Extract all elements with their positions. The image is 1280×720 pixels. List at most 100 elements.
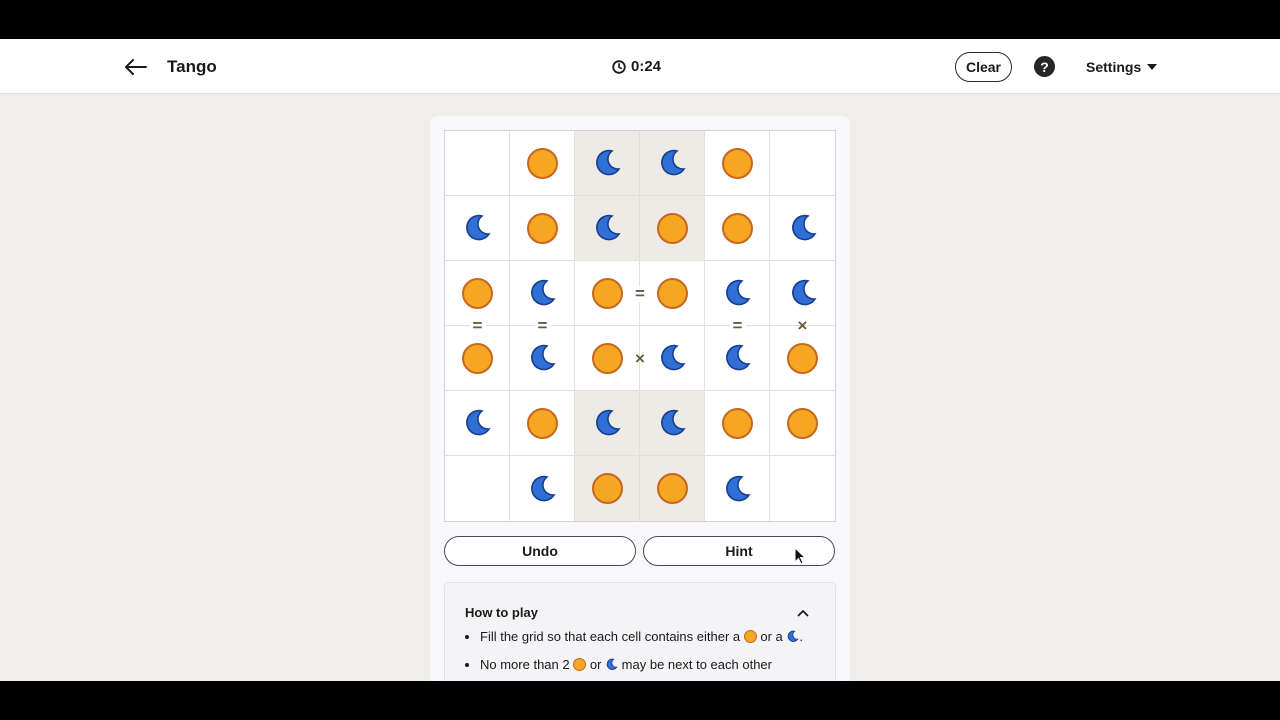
board-cell[interactable] bbox=[640, 326, 705, 391]
sun-icon bbox=[526, 407, 558, 439]
moon-icon bbox=[606, 658, 618, 670]
equal-constraint: = bbox=[632, 285, 648, 302]
mouse-pointer-icon bbox=[794, 547, 806, 565]
moon-icon bbox=[531, 279, 556, 306]
equal-constraint: = bbox=[729, 317, 746, 334]
moon-icon bbox=[788, 630, 799, 642]
sun-icon bbox=[656, 212, 688, 244]
equal-constraint: = bbox=[469, 317, 486, 334]
how-to-play-section: How to play Fill the grid so that each c… bbox=[444, 582, 836, 681]
board-cell[interactable] bbox=[770, 196, 835, 261]
opposite-constraint: × bbox=[797, 316, 808, 335]
moon-icon bbox=[726, 344, 751, 371]
sun-icon bbox=[721, 147, 753, 179]
board-cell[interactable] bbox=[770, 391, 835, 456]
opposite-constraint: × bbox=[635, 348, 645, 368]
rule-item: Fill the grid so that each cell contains… bbox=[480, 629, 810, 645]
clock-icon bbox=[612, 60, 626, 74]
game-panel: = = = = × × Undo Hint How to play Fill the gr… bbox=[430, 116, 850, 681]
sun-icon bbox=[721, 212, 753, 244]
moon-icon bbox=[466, 409, 491, 436]
board-cell[interactable] bbox=[640, 391, 705, 456]
board-cell[interactable] bbox=[510, 326, 575, 391]
timer: 0:24 bbox=[612, 56, 661, 78]
sun-icon bbox=[656, 277, 688, 309]
board-cell[interactable] bbox=[575, 391, 640, 456]
game-title: Tango bbox=[167, 57, 217, 76]
sun-icon bbox=[461, 277, 493, 309]
moon-icon bbox=[596, 214, 621, 241]
clear-button[interactable]: Clear bbox=[955, 52, 1012, 82]
board-cell[interactable] bbox=[640, 196, 705, 261]
sun-icon bbox=[721, 407, 753, 439]
sun-icon bbox=[591, 473, 623, 504]
board-cell[interactable] bbox=[445, 456, 510, 521]
caret-down-icon bbox=[1147, 64, 1158, 70]
sun-icon bbox=[591, 277, 623, 309]
sun-icon bbox=[526, 212, 558, 244]
how-to-play-title: How to play bbox=[465, 605, 538, 620]
moon-icon bbox=[791, 214, 817, 241]
board-cell[interactable] bbox=[510, 391, 575, 456]
chevron-up-icon bbox=[797, 610, 809, 617]
board-cell[interactable] bbox=[575, 326, 640, 391]
board-cell[interactable] bbox=[705, 131, 770, 196]
moon-icon bbox=[791, 279, 817, 306]
rules-list: Fill the grid so that each cell contains… bbox=[480, 629, 810, 681]
board-cell[interactable] bbox=[445, 391, 510, 456]
board-cell[interactable] bbox=[575, 456, 640, 521]
rule-item: No more than 2 or may be next to each ot… bbox=[480, 657, 810, 673]
board-cell[interactable] bbox=[510, 131, 575, 196]
hint-button[interactable]: Hint bbox=[643, 536, 835, 566]
sun-icon bbox=[787, 407, 818, 439]
sun-icon bbox=[591, 342, 623, 374]
board-cell[interactable] bbox=[770, 131, 835, 196]
help-icon[interactable]: ? bbox=[1034, 56, 1055, 77]
moon-icon bbox=[661, 344, 686, 371]
board-cell[interactable] bbox=[510, 196, 575, 261]
timer-value: 0:24 bbox=[631, 58, 662, 75]
board-cell[interactable] bbox=[575, 131, 640, 196]
moon-icon bbox=[596, 149, 621, 176]
board-cell[interactable] bbox=[705, 391, 770, 456]
board-cell[interactable] bbox=[705, 196, 770, 261]
board-cell[interactable] bbox=[575, 196, 640, 261]
settings-label: Settings bbox=[1086, 59, 1142, 75]
back-button[interactable] bbox=[122, 53, 150, 81]
sun-icon bbox=[526, 147, 558, 179]
sun-icon bbox=[787, 342, 818, 374]
board-cell[interactable] bbox=[640, 456, 705, 521]
moon-icon bbox=[531, 344, 556, 371]
board-cell[interactable] bbox=[705, 456, 770, 521]
board-cell[interactable] bbox=[575, 261, 640, 326]
board-cell[interactable] bbox=[640, 261, 705, 326]
board-cell[interactable] bbox=[445, 326, 510, 391]
game-viewport: Tango 0:24 Clear ? Settings = = = = × × Undo … bbox=[0, 39, 1280, 681]
sun-icon bbox=[656, 473, 688, 504]
moon-icon bbox=[531, 475, 556, 501]
moon-icon bbox=[726, 279, 751, 306]
tango-board: = = = = × × bbox=[444, 130, 836, 522]
action-buttons: Undo Hint bbox=[444, 536, 836, 566]
undo-button[interactable]: Undo bbox=[444, 536, 636, 566]
board-cell[interactable] bbox=[770, 456, 835, 521]
moon-icon bbox=[726, 475, 751, 501]
arrow-left-icon bbox=[125, 59, 147, 75]
sun-icon bbox=[461, 342, 493, 374]
board-cell[interactable] bbox=[445, 131, 510, 196]
how-to-play-toggle[interactable]: How to play bbox=[465, 603, 815, 623]
board-cell[interactable] bbox=[640, 131, 705, 196]
sun-icon bbox=[743, 630, 757, 643]
moon-icon bbox=[596, 409, 621, 436]
board-cell[interactable] bbox=[445, 196, 510, 261]
equal-constraint: = bbox=[534, 317, 551, 334]
board-cell[interactable] bbox=[510, 456, 575, 521]
settings-dropdown[interactable]: Settings bbox=[1086, 57, 1158, 77]
moon-icon bbox=[661, 149, 686, 176]
moon-icon bbox=[661, 409, 686, 436]
moon-icon bbox=[466, 214, 491, 241]
board-cell[interactable] bbox=[705, 326, 770, 391]
top-bar: Tango 0:24 Clear ? Settings bbox=[0, 39, 1280, 94]
sun-icon bbox=[573, 658, 587, 671]
board-cell[interactable] bbox=[770, 326, 835, 391]
